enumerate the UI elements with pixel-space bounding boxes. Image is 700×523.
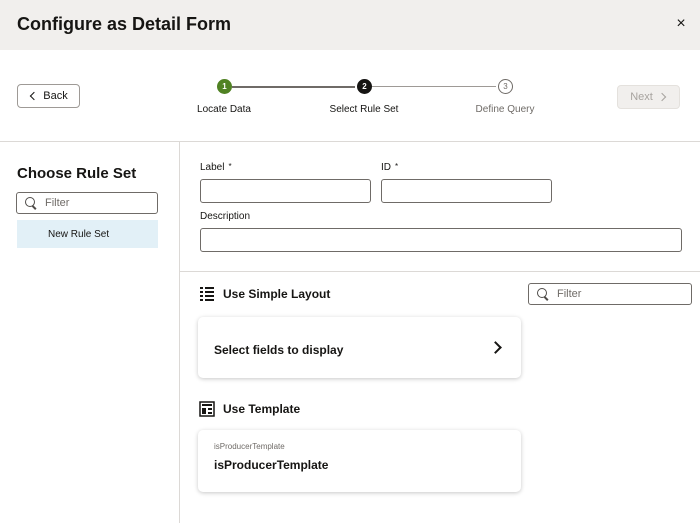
step-1-label[interactable]: Locate Data	[197, 104, 251, 115]
label-field-label-text: Label	[200, 162, 225, 173]
back-button-label: Back	[43, 90, 68, 102]
search-icon	[25, 197, 37, 209]
template-heading: Use Template	[199, 401, 300, 417]
template-card-name: isProducerTemplate	[214, 458, 329, 472]
description-field-label: Description	[200, 211, 251, 222]
id-input[interactable]	[381, 179, 552, 203]
select-fields-label: Select fields to display	[214, 343, 344, 357]
label-input[interactable]	[200, 179, 371, 203]
chevron-right-icon	[657, 92, 667, 102]
rule-set-panel-title: Choose Rule Set	[17, 165, 137, 182]
layout-filter-placeholder: Filter	[557, 288, 582, 300]
next-button-label: Next	[630, 91, 653, 103]
close-icon[interactable]: ×	[672, 15, 690, 33]
step-3-indicator[interactable]: 3	[498, 79, 513, 94]
template-card[interactable]: isProducerTemplate isProducerTemplate	[198, 430, 521, 492]
simple-layout-heading: Use Simple Layout	[199, 286, 330, 302]
template-icon	[199, 401, 215, 417]
dialog-header: Configure as Detail Form ×	[0, 0, 700, 50]
select-fields-card[interactable]: Select fields to display	[198, 317, 521, 378]
step-connector-2	[372, 86, 496, 87]
template-card-subtitle: isProducerTemplate	[214, 442, 285, 451]
section-divider	[180, 271, 700, 272]
chevron-left-icon	[30, 91, 39, 101]
step-connector-1	[232, 86, 355, 88]
back-button[interactable]: Back	[17, 84, 80, 108]
id-field-label-text: ID	[381, 162, 391, 173]
id-field-label: ID *	[381, 162, 398, 173]
rule-set-filter-input[interactable]: Filter	[16, 192, 158, 214]
layout-filter-input[interactable]: Filter	[528, 283, 692, 305]
label-required-mark: *	[228, 162, 232, 171]
simple-layout-title: Use Simple Layout	[223, 287, 331, 301]
template-title: Use Template	[223, 402, 301, 416]
id-required-mark: *	[395, 162, 399, 171]
search-icon	[537, 288, 549, 300]
rule-set-panel: Choose Rule Set Filter New Rule Set	[0, 142, 180, 523]
step-1-indicator[interactable]: 1	[217, 79, 232, 94]
step-3-label[interactable]: Define Query	[476, 104, 535, 115]
step-2-indicator[interactable]: 2	[357, 79, 372, 94]
list-layout-icon	[200, 287, 214, 301]
step-2-label[interactable]: Select Rule Set	[330, 104, 399, 115]
rule-set-item-new[interactable]: New Rule Set	[17, 220, 158, 248]
next-button[interactable]: Next	[617, 85, 680, 109]
dialog-title: Configure as Detail Form	[17, 14, 232, 34]
description-input[interactable]	[200, 228, 682, 252]
label-field-label: Label *	[200, 162, 232, 173]
step-train: Back 1 2 3 Locate Data Select Rule Set D…	[0, 50, 700, 142]
chevron-right-icon	[489, 341, 502, 354]
rule-set-filter-placeholder: Filter	[45, 197, 70, 209]
